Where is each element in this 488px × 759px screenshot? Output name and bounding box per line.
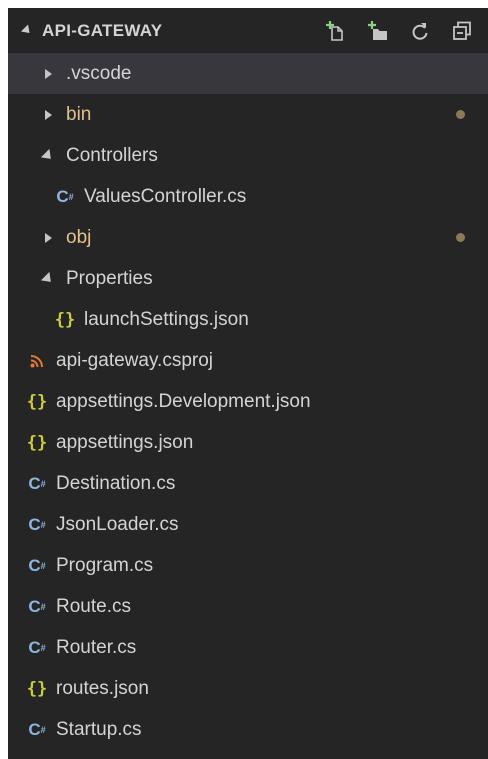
file-routes-json[interactable]: {} routes.json [8, 668, 488, 709]
tree-item-label: obj [66, 226, 92, 248]
file-appsettings[interactable]: {} appsettings.json [8, 422, 488, 463]
tree-item-label: JsonLoader.cs [56, 513, 179, 535]
tree-item-label: launchSettings.json [84, 308, 249, 330]
tree-item-label: Route.cs [56, 595, 131, 617]
explorer-section-header[interactable]: API-GATEWAY [8, 8, 488, 53]
tree-item-label: Controllers [66, 144, 158, 166]
new-folder-icon[interactable] [366, 19, 390, 43]
new-file-icon[interactable] [324, 19, 348, 43]
csharp-file-icon: C # [28, 637, 46, 657]
modified-dot-icon [456, 233, 465, 242]
folder-obj[interactable]: obj [8, 217, 488, 258]
csharp-file-icon: C # [28, 514, 46, 534]
folder-controllers[interactable]: Controllers [8, 135, 488, 176]
csharp-file-icon: C # [56, 186, 74, 206]
workspace-title: API-GATEWAY [42, 20, 163, 40]
csharp-file-icon: C # [28, 719, 46, 739]
csharp-file-icon: C # [28, 473, 46, 493]
tree-item-label: Router.cs [56, 636, 137, 658]
chevron-right-icon[interactable] [40, 109, 56, 120]
tree-item-label: Properties [66, 267, 153, 289]
file-router[interactable]: C # Router.cs [8, 627, 488, 668]
file-values-controller[interactable]: C # ValuesController.cs [8, 176, 488, 217]
file-destination[interactable]: C # Destination.cs [8, 463, 488, 504]
header-actions [324, 19, 474, 43]
file-startup[interactable]: C # Startup.cs [8, 709, 488, 750]
modified-dot-icon [456, 110, 465, 119]
collapse-section-icon[interactable] [20, 24, 34, 37]
folder-vscode[interactable]: .vscode [8, 53, 488, 94]
file-program[interactable]: C # Program.cs [8, 545, 488, 586]
csharp-file-icon: C # [28, 555, 46, 575]
tree-item-label: api-gateway.csproj [56, 349, 214, 371]
chevron-down-icon[interactable] [40, 148, 56, 163]
file-csproj[interactable]: api-gateway.csproj [8, 340, 488, 381]
file-appsettings-development[interactable]: {} appsettings.Development.json [8, 381, 488, 422]
json-file-icon: {} [54, 309, 76, 330]
file-route[interactable]: C # Route.cs [8, 586, 488, 627]
chevron-right-icon[interactable] [40, 68, 56, 79]
refresh-icon[interactable] [408, 19, 432, 43]
chevron-down-icon[interactable] [40, 271, 56, 286]
collapse-all-icon[interactable] [450, 19, 474, 43]
tree-item-label: appsettings.Development.json [56, 390, 311, 412]
file-launch-settings[interactable]: {} launchSettings.json [8, 299, 488, 340]
tree-item-label: Startup.cs [56, 718, 142, 740]
tree-item-label: .vscode [66, 62, 132, 84]
rss-feed-icon [26, 354, 48, 368]
file-json-loader[interactable]: C # JsonLoader.cs [8, 504, 488, 545]
chevron-right-icon[interactable] [40, 232, 56, 243]
tree-item-label: ValuesController.cs [84, 185, 247, 207]
tree-item-label: Program.cs [56, 554, 154, 576]
tree-item-label: appsettings.json [56, 431, 194, 453]
tree-item-label: routes.json [56, 677, 149, 699]
csharp-file-icon: C # [28, 596, 46, 616]
json-file-icon: {} [26, 432, 48, 453]
folder-bin[interactable]: bin [8, 94, 488, 135]
folder-properties[interactable]: Properties [8, 258, 488, 299]
tree-item-label: Destination.cs [56, 472, 176, 494]
tree-item-label: bin [66, 103, 92, 125]
file-tree: .vscode bin Controllers C # ValuesControl… [8, 53, 488, 750]
explorer-panel: API-GATEWAY .vscode bin Controllers C # … [8, 8, 488, 759]
json-file-icon: {} [26, 678, 48, 699]
json-file-icon: {} [26, 391, 48, 412]
